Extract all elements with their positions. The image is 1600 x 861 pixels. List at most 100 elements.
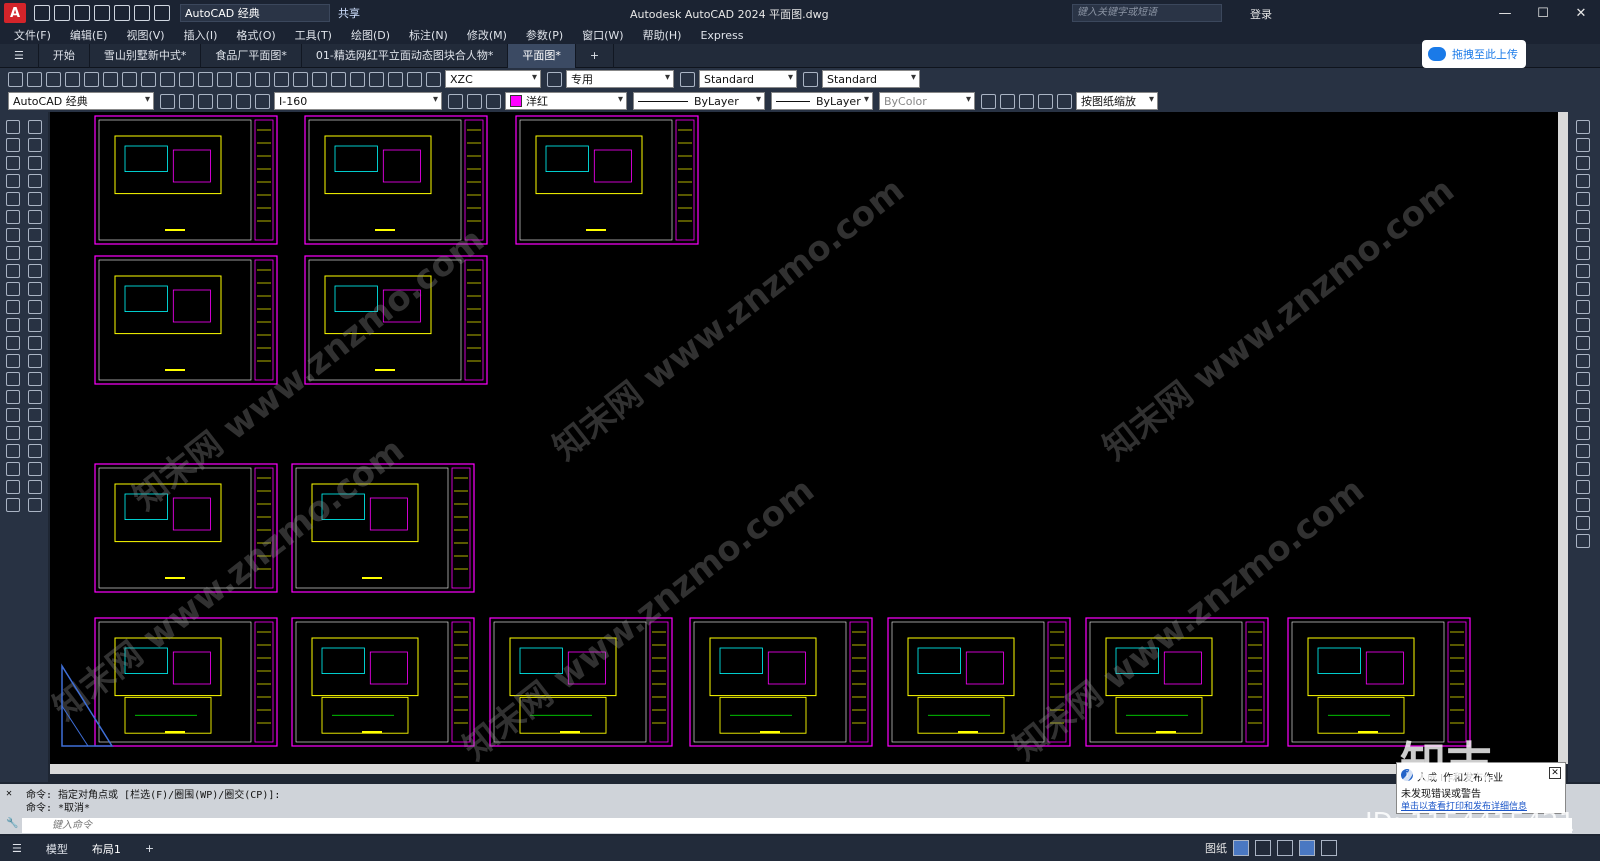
mleader-style-icon[interactable] — [803, 71, 818, 87]
viewport-clip-icon[interactable] — [1000, 93, 1015, 109]
grid-toggle-icon[interactable] — [1233, 840, 1249, 856]
tab-blocks[interactable]: 01-精选网红平立面动态图块合人物* — [302, 43, 509, 68]
menu-draw[interactable]: 绘图(D) — [351, 27, 390, 43]
tool-icon[interactable] — [6, 318, 20, 332]
tool-icon[interactable] — [6, 354, 20, 368]
tool-icon[interactable] — [1576, 390, 1590, 404]
table-style-icon[interactable] — [680, 71, 695, 87]
menu-format[interactable]: 格式(O) — [236, 27, 275, 43]
undo-icon[interactable] — [134, 5, 150, 21]
osnap-toggle-icon[interactable] — [1321, 840, 1337, 856]
help-icon[interactable] — [407, 71, 422, 87]
tool-icon[interactable] — [6, 498, 20, 512]
workspace-select-2[interactable]: AutoCAD 经典 — [8, 92, 154, 110]
tool-icon[interactable] — [28, 498, 42, 512]
undo-icon[interactable] — [179, 71, 194, 87]
tool-icon[interactable] — [1576, 300, 1590, 314]
tool-icon[interactable] — [28, 156, 42, 170]
redo-icon[interactable] — [198, 71, 213, 87]
layer-select[interactable]: I-160 — [274, 92, 442, 110]
lightbulb-icon[interactable] — [217, 93, 232, 109]
tool-palette-icon[interactable] — [331, 71, 346, 87]
sheet-set-icon[interactable] — [350, 71, 365, 87]
tool-icon[interactable] — [1576, 534, 1590, 548]
text-style-select[interactable]: XZC — [445, 70, 541, 88]
tool-icon[interactable] — [28, 228, 42, 242]
tool-icon[interactable] — [28, 210, 42, 224]
tool-icon[interactable] — [28, 282, 42, 296]
zoom-window-icon[interactable] — [255, 71, 270, 87]
markup-icon[interactable] — [369, 71, 384, 87]
print-icon[interactable] — [114, 5, 130, 21]
tool-icon[interactable] — [1576, 228, 1590, 242]
tool-icon[interactable] — [1576, 336, 1590, 350]
menu-tools[interactable]: 工具(T) — [295, 27, 332, 43]
plotstyle-select[interactable]: ByColor — [879, 92, 975, 110]
login-button[interactable]: 登录 — [1250, 6, 1272, 22]
layer-previous-icon[interactable] — [467, 93, 482, 109]
pan-icon[interactable] — [217, 71, 232, 87]
tool-icon[interactable] — [6, 246, 20, 260]
share-button[interactable]: 共享 — [338, 5, 360, 21]
viewport-scale-select[interactable]: 按图纸缩放 — [1076, 92, 1158, 110]
polar-toggle-icon[interactable] — [1299, 840, 1315, 856]
tool-icon[interactable] — [1576, 480, 1590, 494]
tool-icon[interactable] — [28, 354, 42, 368]
mleader-style-select[interactable]: Standard — [822, 70, 920, 88]
text-style-icon[interactable] — [426, 71, 441, 87]
tab-layout1[interactable]: 布局1 — [80, 841, 133, 857]
tool-icon[interactable] — [1576, 120, 1590, 134]
tool-icon[interactable] — [1576, 192, 1590, 206]
tool-icon[interactable] — [28, 462, 42, 476]
workspace-select[interactable]: AutoCAD 经典 — [180, 4, 330, 22]
menu-help[interactable]: 帮助(H) — [643, 27, 682, 43]
upload-button[interactable]: 拖拽至此上传 — [1422, 40, 1526, 68]
tool-icon[interactable] — [1576, 210, 1590, 224]
tool-icon[interactable] — [1576, 372, 1590, 386]
tool-icon[interactable] — [1576, 264, 1590, 278]
add-layout-button[interactable]: + — [133, 842, 166, 855]
tool-icon[interactable] — [6, 408, 20, 422]
print-icon[interactable] — [65, 71, 80, 87]
tool-icon[interactable] — [6, 426, 20, 440]
close-icon[interactable]: ✕ — [1562, 0, 1600, 26]
layer-manager-icon[interactable] — [198, 93, 213, 109]
match-icon[interactable] — [160, 71, 175, 87]
viewport-convert-icon[interactable] — [1019, 93, 1034, 109]
tool-icon[interactable] — [1576, 408, 1590, 422]
tool-icon[interactable] — [28, 300, 42, 314]
tool-icon[interactable] — [28, 318, 42, 332]
horizontal-scrollbar[interactable] — [50, 764, 1558, 774]
tool-icon[interactable] — [1576, 426, 1590, 440]
autocad-logo-icon[interactable]: A — [4, 3, 26, 23]
menu-edit[interactable]: 编辑(E) — [70, 27, 108, 43]
viewport-scale-icon[interactable] — [1057, 93, 1072, 109]
new-icon[interactable] — [8, 71, 23, 87]
tool-icon[interactable] — [28, 444, 42, 458]
tool-icon[interactable] — [28, 390, 42, 404]
tool-icon[interactable] — [6, 228, 20, 242]
minimize-icon[interactable]: — — [1486, 0, 1524, 26]
table-style-select[interactable]: Standard — [699, 70, 797, 88]
tab-food-factory[interactable]: 食品厂平面图* — [201, 43, 302, 68]
close-icon[interactable]: ✕ — [1549, 767, 1561, 779]
save-icon[interactable] — [46, 71, 61, 87]
calculator-icon[interactable] — [388, 71, 403, 87]
save-as-icon[interactable] — [94, 5, 110, 21]
new-file-icon[interactable] — [34, 5, 50, 21]
tool-icon[interactable] — [6, 300, 20, 314]
tool-icon[interactable] — [6, 462, 20, 476]
hamburger-icon[interactable]: ☰ — [0, 43, 39, 68]
viewport-join-icon[interactable] — [1038, 93, 1053, 109]
menu-window[interactable]: 窗口(W) — [582, 27, 623, 43]
tool-icon[interactable] — [6, 210, 20, 224]
menu-insert[interactable]: 插入(I) — [184, 27, 218, 43]
drawing-canvas[interactable]: 知末网 www.znzmo.com 知末网 www.znzmo.com 知末网 … — [50, 112, 1558, 764]
layout-icon[interactable] — [179, 93, 194, 109]
tool-icon[interactable] — [1576, 354, 1590, 368]
menu-parametric[interactable]: 参数(P) — [526, 27, 563, 43]
tool-icon[interactable] — [28, 372, 42, 386]
tool-icon[interactable] — [6, 336, 20, 350]
tool-icon[interactable] — [28, 426, 42, 440]
open-icon[interactable] — [27, 71, 42, 87]
